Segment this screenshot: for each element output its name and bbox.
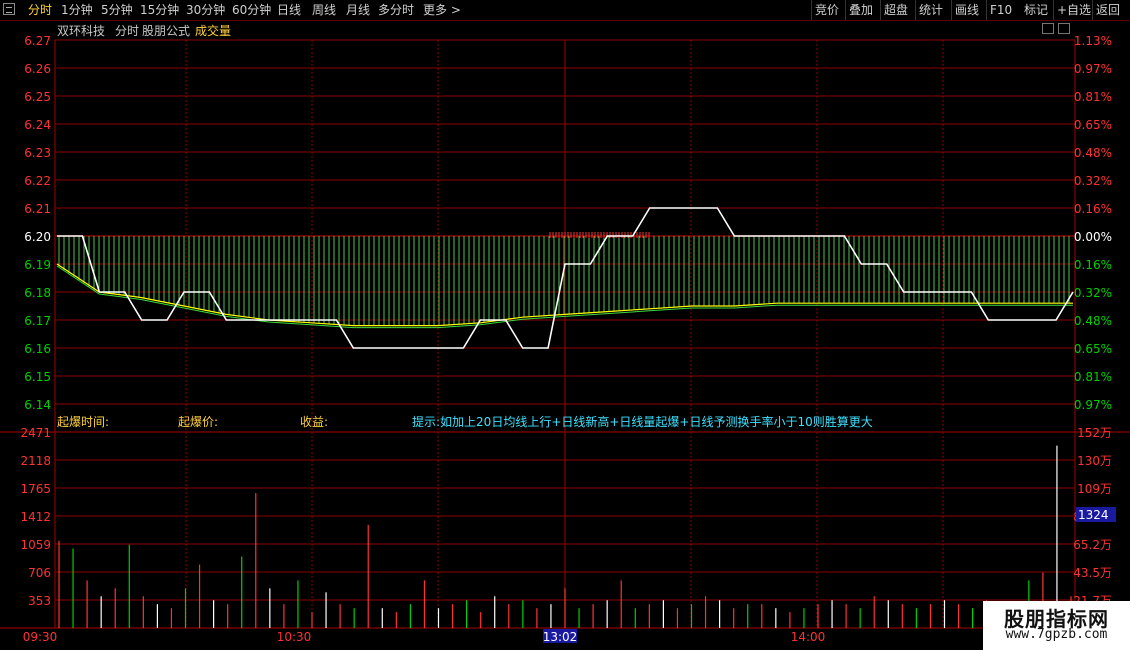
price-label-left: 6.18	[24, 286, 51, 300]
volume-label-left: 1059	[20, 538, 51, 552]
volume-label-left: 1412	[20, 510, 51, 524]
price-label-right: 0.48%	[1074, 314, 1112, 328]
top-toolbar: 分时 1分钟 5分钟 15分钟 30分钟 60分钟 日线 周线 月线 多分时 更多 > 竞价 叠加 超盘统…	[0, 0, 1130, 21]
price-label-left: 6.20	[24, 230, 51, 244]
toolbar-separator	[811, 0, 812, 20]
toolbar-separator	[986, 0, 987, 20]
watermark-logo: 股朋指标网 www.7gpzb.com	[983, 601, 1130, 650]
tab-1[interactable]: 1分钟	[61, 0, 93, 20]
signal-price-label: 起爆价:	[178, 415, 218, 429]
info-stock-name: 双环科技	[57, 24, 105, 38]
volume-label-right: 152万	[1077, 426, 1112, 440]
axis-labels: 双环科技 分时 股朋公式 成交量 6.27 6.26 6.25 6.24 6.23 6.22 6.2…	[20, 23, 1116, 644]
time-label-0: 09:30	[23, 630, 58, 644]
signal-time-label: 起爆时间:	[57, 415, 109, 429]
price-label-right: 0.16%	[1074, 202, 1112, 216]
price-label-left: 6.21	[24, 202, 51, 216]
cursor-time: 13:02	[543, 630, 578, 644]
tab-9[interactable]: 多分时	[378, 0, 414, 20]
price-label-right: 0.32%	[1074, 174, 1112, 188]
price-label-left: 6.19	[24, 258, 51, 272]
volume-label-left: 706	[28, 566, 51, 580]
watermark-url: www.7gpzb.com	[1005, 627, 1108, 642]
price-label-right: 0.65%	[1074, 118, 1112, 132]
maximize-icon[interactable]	[1058, 23, 1070, 34]
price-label-right: 0.81%	[1074, 90, 1112, 104]
deviation-fill	[58, 236, 1070, 326]
tab-3[interactable]: 15分钟	[140, 0, 179, 20]
signal-tip: 提示:如加上20日均线上行+日线新高+日线量起爆+日线予测换手率小于10则胜算更…	[412, 414, 873, 429]
tab-6[interactable]: 日线	[277, 0, 301, 20]
info-indicator: 成交量	[195, 23, 231, 38]
tab-4[interactable]: 30分钟	[186, 0, 225, 20]
toolbar-button-7[interactable]: 返回	[1096, 0, 1120, 20]
toolbar-button-1[interactable]: 叠加	[849, 0, 873, 20]
toolbar-separator	[1092, 0, 1093, 20]
tab-10[interactable]: 更多 >	[423, 0, 461, 20]
volume-label-right: 130万	[1077, 454, 1112, 468]
price-label-left: 6.17	[24, 314, 51, 328]
price-label-right: 0.32%	[1074, 286, 1112, 300]
volume-label-left: 2471	[20, 426, 51, 440]
price-label-left: 6.25	[24, 90, 51, 104]
price-label-left: 6.16	[24, 342, 51, 356]
price-label-right: 0.97%	[1074, 62, 1112, 76]
toolbar-separator	[1053, 0, 1054, 20]
toolbar-separator	[880, 0, 881, 20]
signal-profit-label: 收益:	[300, 415, 328, 429]
menu-icon[interactable]	[3, 3, 15, 15]
volume-label-left: 1765	[20, 482, 51, 496]
mark-button[interactable]: 标记	[1024, 0, 1048, 20]
price-label-left: 6.24	[24, 118, 51, 132]
cursor-value: 1324	[1078, 508, 1109, 522]
volume-label-right: 65.2万	[1073, 538, 1112, 552]
toolbar-button-5[interactable]: F10	[990, 0, 1012, 20]
toolbar-separator	[915, 0, 916, 20]
toolbar-button-4[interactable]: 画线	[955, 0, 979, 20]
intraday-chart: 双环科技 分时 股朋公式 成交量 6.27 6.26 6.25 6.24 6.23 6.22 6.2…	[0, 23, 1130, 644]
volume-label-right: 109万	[1077, 482, 1112, 496]
volume-label-right: 43.5万	[1073, 566, 1112, 580]
price-label-right: 0.81%	[1074, 370, 1112, 384]
toolbar-button-3[interactable]: 统计	[919, 0, 943, 20]
toolbar-button-0[interactable]: 竞价	[815, 0, 839, 20]
price-label-right: 1.13%	[1074, 34, 1112, 48]
price-label-left: 6.23	[24, 146, 51, 160]
price-label-right: 0.48%	[1074, 146, 1112, 160]
price-label-left: 6.22	[24, 174, 51, 188]
price-label-right: 0.97%	[1074, 398, 1112, 412]
tab-2[interactable]: 5分钟	[101, 0, 133, 20]
info-mode: 分时	[115, 24, 139, 38]
time-label-3: 14:00	[791, 630, 826, 644]
tab-8[interactable]: 月线	[346, 0, 370, 20]
chart-grid	[0, 39, 1130, 629]
price-label-right: 0.16%	[1074, 258, 1112, 272]
volume-label-left: 2118	[20, 454, 51, 468]
restore-icon[interactable]	[1042, 23, 1054, 34]
toolbar-separator	[951, 0, 952, 20]
tab-0[interactable]: 分时	[28, 0, 52, 20]
time-label-1: 10:30	[277, 630, 312, 644]
price-label-left: 6.26	[24, 62, 51, 76]
price-label-right: 0.00%	[1074, 230, 1112, 244]
price-label-left: 6.27	[24, 34, 51, 48]
toolbar-button-6[interactable]: +自选	[1057, 0, 1091, 20]
toolbar-button-2[interactable]: 超盘	[884, 0, 908, 20]
volume-label-left: 353	[28, 594, 51, 608]
info-formula: 股朋公式	[142, 24, 190, 38]
toolbar-separator	[845, 0, 846, 20]
tab-5[interactable]: 60分钟	[232, 0, 271, 20]
price-label-left: 6.14	[24, 398, 51, 412]
tab-7[interactable]: 周线	[312, 0, 336, 20]
price-label-right: 0.65%	[1074, 342, 1112, 356]
price-label-left: 6.15	[24, 370, 51, 384]
